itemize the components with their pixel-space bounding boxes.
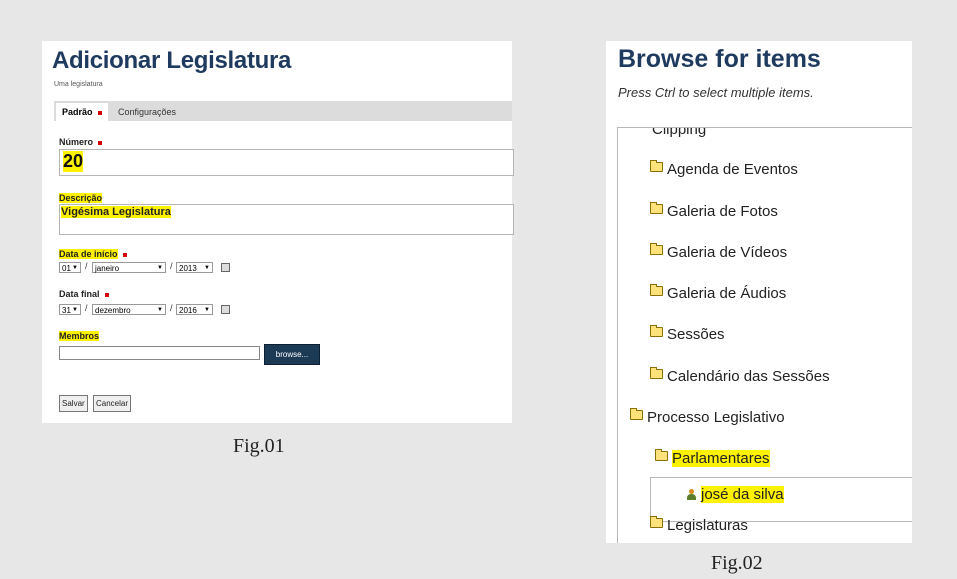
data-final-day-value: 31 [62, 306, 71, 315]
cancel-button[interactable]: Cancelar [93, 395, 132, 412]
tree-item-label: Parlamentares [672, 450, 770, 467]
tree-item-label: Processo Legislativo [647, 409, 785, 426]
data-inicio-year-select[interactable]: 2013 ▼ [176, 262, 213, 273]
data-inicio-year-value: 2013 [179, 264, 197, 273]
tree-item-label: Calendário das Sessões [667, 368, 830, 385]
data-inicio-month-select[interactable]: janeiro ▼ [92, 262, 166, 273]
tree-item-sessoes[interactable]: Sessões [650, 325, 725, 343]
tree-item-label: Galeria de Fotos [667, 203, 778, 220]
data-inicio-day-value: 01 [62, 264, 71, 273]
browse-button[interactable]: browse... [264, 344, 320, 365]
folder-icon [650, 202, 663, 214]
data-inicio-month-value: janeiro [95, 264, 120, 273]
dropdown-arrow-icon: ▼ [204, 307, 210, 313]
calendar-icon[interactable] [221, 263, 230, 272]
required-marker [104, 292, 109, 297]
data-final-day-select[interactable]: 31 ▼ [59, 304, 81, 315]
tree-item-processo-legislativo[interactable]: Processo Legislativo [630, 408, 785, 426]
numero-field[interactable]: 20 [59, 149, 514, 176]
dropdown-arrow-icon: ▼ [204, 265, 210, 271]
folder-icon [630, 408, 643, 420]
tab-padrao-label: Padrão [62, 107, 93, 117]
date-separator: / [85, 261, 88, 271]
tree-item-jose-da-silva[interactable]: josé da silva [687, 486, 784, 503]
dropdown-arrow-icon: ▼ [72, 307, 78, 313]
tree-item-label: Galeria de Áudios [667, 285, 787, 302]
dropdown-arrow-icon: ▼ [72, 265, 78, 271]
folder-icon [650, 160, 663, 172]
tab-padrao[interactable]: Padrão [56, 103, 108, 121]
required-marker [98, 140, 103, 145]
tree-item-calendario-sessoes[interactable]: Calendário das Sessões [650, 367, 830, 385]
tab-configuracoes[interactable]: Configurações [112, 103, 182, 121]
save-button[interactable]: Salvar [59, 395, 88, 412]
tree-item-label: Sessões [667, 326, 725, 343]
data-final-label-text: Data final [59, 289, 100, 299]
folder-icon [650, 325, 663, 337]
data-final-label: Data final [59, 289, 109, 299]
folder-icon [650, 367, 663, 379]
date-separator: / [85, 303, 88, 313]
tree-item-clipping[interactable]: Clipping [652, 128, 706, 138]
folder-icon [650, 243, 663, 255]
numero-label: Número [59, 137, 103, 147]
membros-label: Membros [59, 331, 100, 341]
figure-2-browse-dialog: Browse for items Press Ctrl to select mu… [606, 41, 912, 543]
required-marker [97, 110, 102, 115]
tree-item-agenda[interactable]: Agenda de Eventos [650, 160, 798, 178]
data-inicio-label: Data de início [59, 249, 127, 259]
item-tree: Clipping Agenda de Eventos Galeria de Fo… [617, 127, 912, 543]
tree-item-parlamentares[interactable]: Parlamentares [655, 449, 770, 467]
tree-item-legislaturas[interactable]: Legislaturas [650, 516, 748, 534]
tab-bar: Padrão Configurações [54, 101, 512, 121]
numero-value: 20 [63, 151, 84, 172]
membros-input[interactable] [59, 346, 260, 360]
tree-item-galeria-videos[interactable]: Galeria de Vídeos [650, 243, 788, 261]
folder-icon [650, 284, 663, 296]
date-separator: / [170, 261, 173, 271]
page-subtitle: Uma legislatura [54, 81, 103, 88]
folder-icon [655, 449, 668, 461]
figure-1-caption: Fig.01 [233, 435, 285, 457]
date-separator: / [170, 303, 173, 313]
dropdown-arrow-icon: ▼ [157, 265, 163, 271]
page-title: Adicionar Legislatura [52, 47, 292, 74]
dialog-instructions: Press Ctrl to select multiple items. [618, 85, 814, 100]
required-marker [122, 252, 127, 257]
tree-item-label: Agenda de Eventos [667, 161, 798, 178]
tree-item-label: Galeria de Vídeos [667, 244, 788, 261]
data-final-year-value: 2016 [179, 306, 197, 315]
person-icon [687, 489, 696, 500]
calendar-icon[interactable] [221, 305, 230, 314]
data-inicio-day-select[interactable]: 01 ▼ [59, 262, 81, 273]
data-final-month-value: dezembro [95, 306, 131, 315]
figure-2-caption: Fig.02 [711, 552, 763, 574]
dropdown-arrow-icon: ▼ [157, 307, 163, 313]
folder-icon [650, 516, 663, 528]
tree-item-label: Legislaturas [667, 517, 748, 534]
tree-item-galeria-fotos[interactable]: Galeria de Fotos [650, 202, 778, 220]
numero-label-text: Número [59, 137, 94, 147]
data-inicio-label-text: Data de início [59, 249, 118, 259]
figure-1-add-legislature-form: Adicionar Legislatura Uma legislatura Pa… [42, 41, 514, 423]
tree-item-label: josé da silva [701, 486, 784, 503]
descricao-label: Descrição [59, 193, 103, 203]
tree-item-galeria-audios[interactable]: Galeria de Áudios [650, 284, 787, 302]
dialog-title: Browse for items [618, 45, 821, 73]
descricao-value: Vigésima Legislatura [61, 206, 171, 218]
data-final-month-select[interactable]: dezembro ▼ [92, 304, 166, 315]
descricao-field[interactable]: Vigésima Legislatura [59, 204, 514, 235]
data-final-year-select[interactable]: 2016 ▼ [176, 304, 213, 315]
